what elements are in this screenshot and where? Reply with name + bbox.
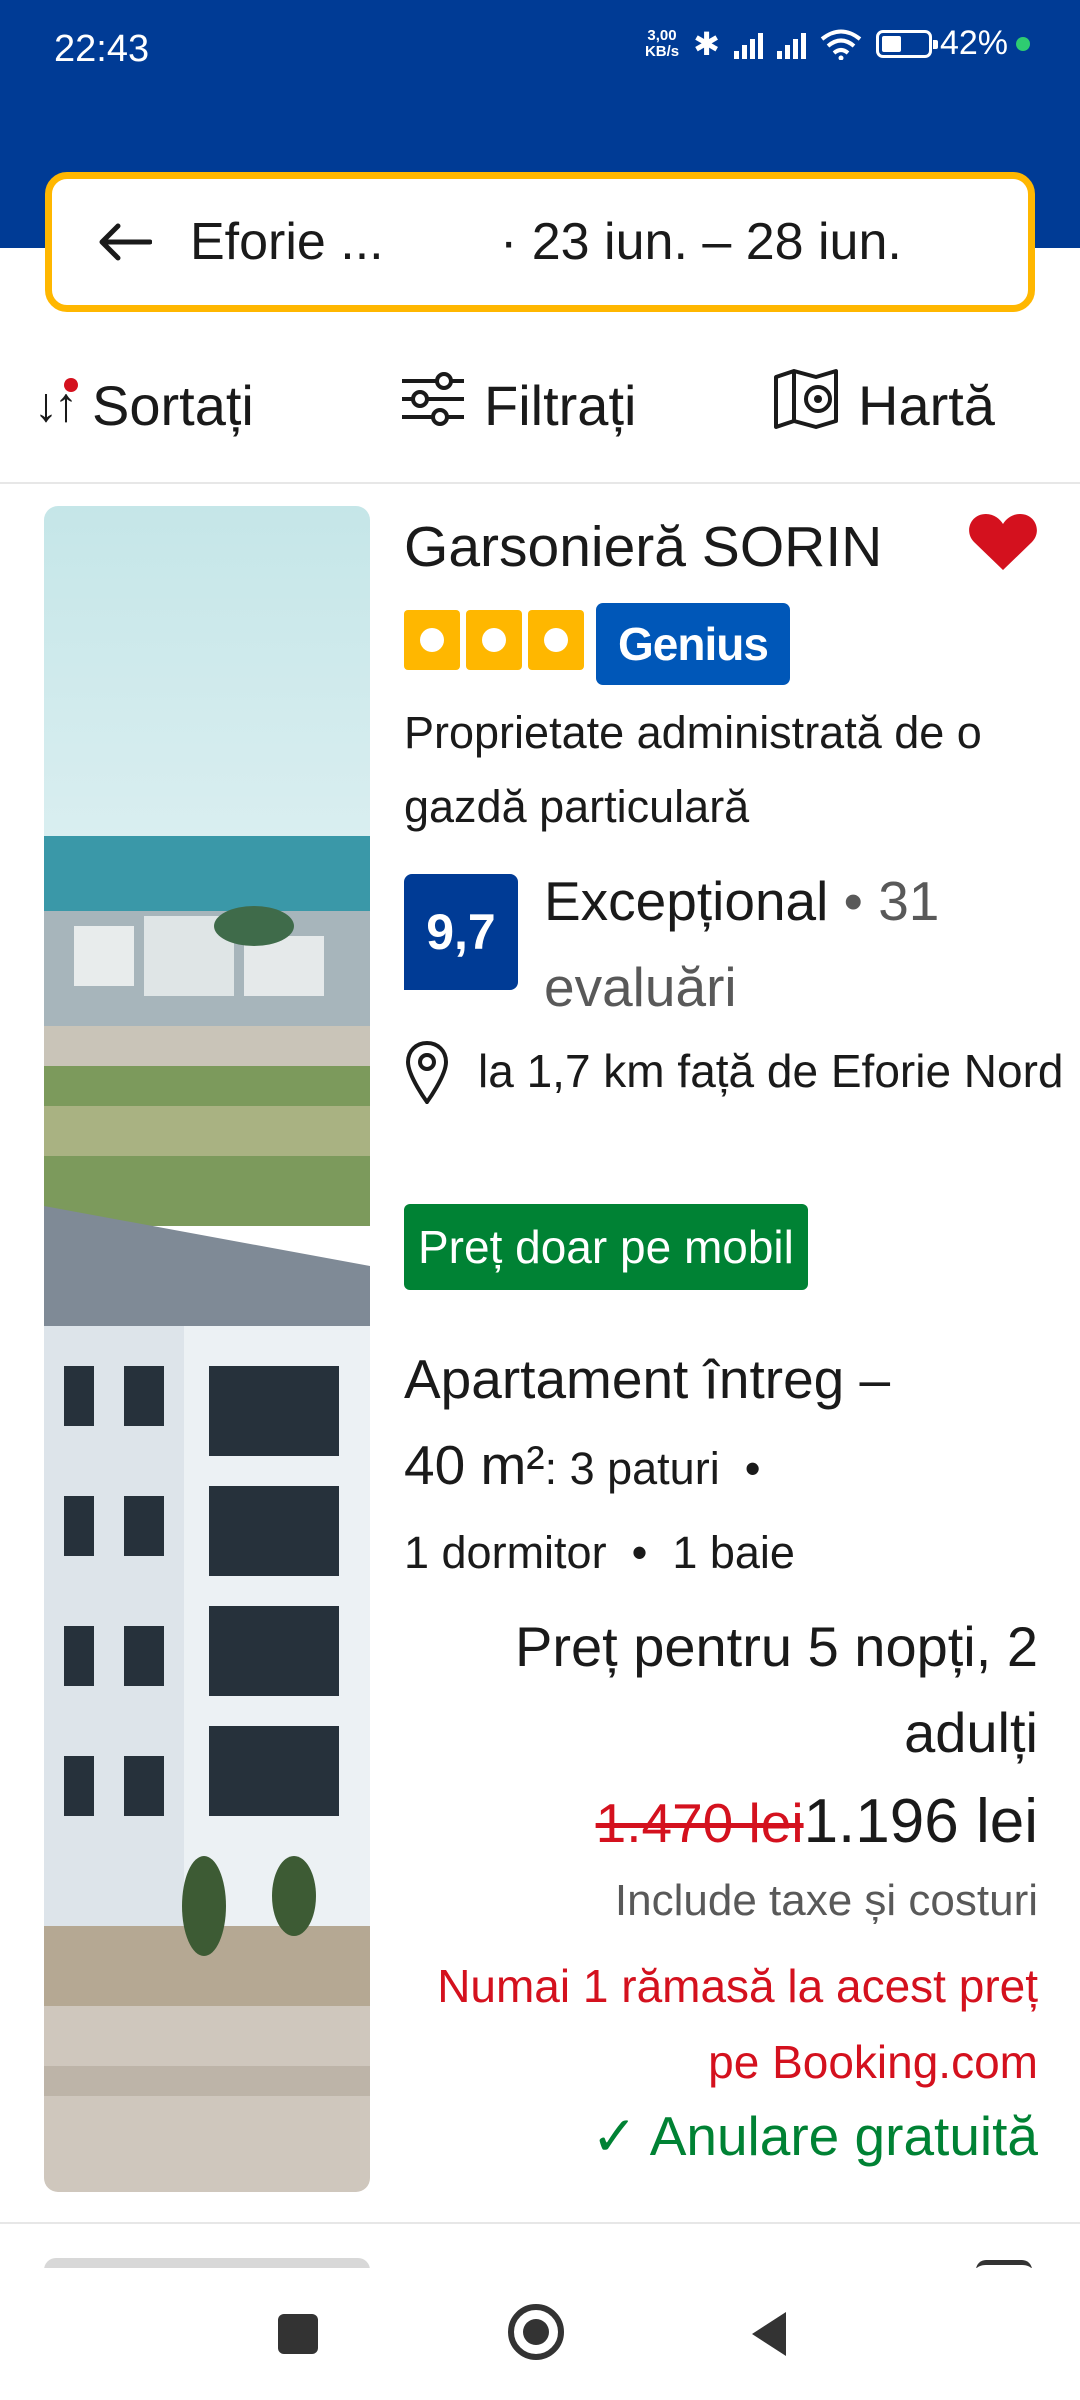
review-summary: Excepțional • 31 evaluări [544, 870, 940, 1018]
sort-icon: ↓↑ [34, 377, 78, 433]
price-description: Preț pentru 5 nopți, 2 adulți [514, 1615, 1038, 1764]
property-title[interactable]: Garsonieră SORIN [404, 514, 882, 580]
back-arrow-icon[interactable] [96, 222, 166, 262]
filter-label: Filtrați [484, 373, 637, 437]
wifi-icon [820, 28, 862, 60]
search-summary-bar[interactable]: Eforie ... · 23 iun. – 28 iun. [45, 172, 1035, 312]
favorite-heart-icon[interactable] [968, 510, 1038, 577]
room-description: Apartament întreg – 40 m²: 3 paturi • [404, 1348, 891, 1496]
score-label: Excepțional [544, 870, 829, 932]
map-button[interactable]: Hartă [772, 367, 995, 444]
room-extra: 1 dormitor • 1 baie [404, 1527, 795, 1578]
location-row: la 1,7 km față de Eforie Nord [404, 1034, 1064, 1109]
filter-button[interactable]: Filtrați [400, 371, 636, 440]
filter-icon [400, 371, 466, 440]
card-divider [0, 2222, 1080, 2224]
recent-apps-button[interactable] [278, 2314, 318, 2354]
taxes-note: Include taxe și costuri [614, 1876, 1038, 1925]
distance-text: la 1,7 km față de Eforie Nord [478, 1045, 1064, 1097]
sort-label: Sortați [92, 373, 254, 437]
old-price: 1.470 lei [595, 1792, 804, 1854]
reviews-count: 31 [878, 870, 940, 932]
star-icon [528, 610, 584, 670]
search-destination[interactable]: Eforie ... [190, 212, 460, 272]
property-photo[interactable] [44, 506, 370, 2192]
star-icon [404, 610, 460, 670]
battery-indicator: 42% [875, 24, 1030, 63]
signal-icon [776, 29, 806, 59]
room-type: Apartament întreg – [404, 1348, 891, 1410]
reviews-label: evaluări [544, 956, 737, 1018]
back-button[interactable] [752, 2312, 786, 2356]
mobile-price-badge: Preț doar pe mobil [404, 1204, 808, 1290]
star-icon [466, 610, 522, 670]
network-speed: 3,00 KB/s [644, 26, 680, 60]
system-navigation-bar [0, 2268, 1080, 2400]
host-type: Proprietate administrată de o gazdă part… [404, 707, 982, 832]
checkmark-icon: ✓ [591, 2105, 650, 2167]
status-icons: 3,00 KB/s ✱ 42% [645, 24, 1030, 63]
bluetooth-icon: ✱ [693, 25, 720, 62]
room-beds: : 3 paturi [544, 1443, 720, 1494]
charging-dot-icon [1016, 36, 1030, 51]
signal-icon [733, 29, 763, 59]
scarcity-note: Numai 1 rămasă la acest preț pe Booking.… [437, 1960, 1038, 2088]
sort-button[interactable]: ↓↑ Sortați [34, 373, 254, 438]
room-bathrooms: 1 baie [672, 1527, 795, 1578]
room-bedrooms: 1 dormitor [404, 1527, 607, 1578]
room-size: 40 m² [404, 1434, 545, 1496]
genius-badge: Genius [596, 603, 790, 685]
free-cancellation: ✓ Anulare gratuită [591, 2105, 1038, 2167]
toolbar-divider [0, 482, 1080, 484]
review-score: 9,7 [404, 874, 518, 990]
battery-icon [875, 29, 938, 58]
status-time: 22:43 [54, 28, 150, 70]
location-pin-icon [404, 1040, 464, 1109]
star-rating [404, 610, 584, 670]
sort-active-dot [64, 377, 78, 392]
status-bar: 22:43 3,00 KB/s ✱ 42% [0, 0, 1080, 100]
map-icon [772, 367, 840, 444]
map-label: Hartă [858, 373, 995, 437]
price-row: 1.470 lei1.196 lei [404, 1786, 1038, 1857]
search-dates[interactable]: · 23 iun. – 28 iun. [500, 212, 902, 272]
current-price: 1.196 lei [803, 1787, 1038, 1856]
home-button[interactable] [508, 2304, 564, 2360]
results-toolbar: ↓↑ Sortați Filtrați Hartă [0, 340, 1080, 470]
